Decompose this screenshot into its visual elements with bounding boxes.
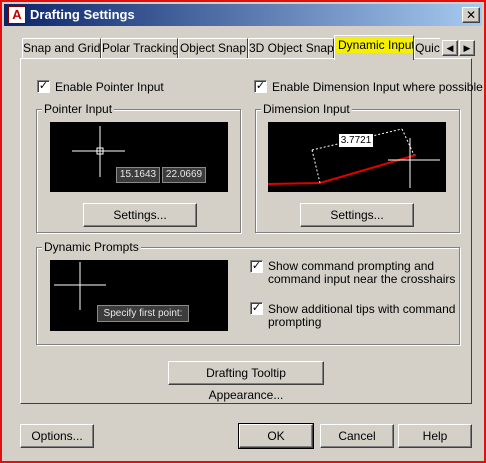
show-command-prompting-checkbox[interactable]: ✓	[250, 260, 263, 273]
close-button[interactable]: ✕	[462, 7, 480, 23]
tab-dynamic-input[interactable]: Dynamic Input	[334, 35, 414, 60]
dimension-input-group-label: Dimension Input	[261, 102, 352, 116]
button-label: Cancel	[338, 429, 376, 443]
tab-label: Snap and Grid	[23, 41, 101, 55]
help-button[interactable]: Help	[398, 424, 472, 448]
checkmark-icon: ✓	[251, 302, 262, 314]
dimension-input-preview: 3.7721	[267, 122, 446, 192]
tab-scroll-left-button[interactable]: ◀	[442, 40, 458, 56]
button-label: Settings...	[330, 208, 384, 222]
label-line: prompting	[268, 315, 322, 329]
title-bar: A Drafting Settings	[4, 4, 482, 26]
tab-scroll-right-button[interactable]: ▶	[459, 40, 475, 56]
tab-polar-tracking[interactable]: Polar Tracking	[101, 38, 178, 59]
show-additional-tips-checkbox[interactable]: ✓	[250, 302, 263, 315]
button-label: OK	[267, 429, 285, 443]
tab-label: Quic	[415, 41, 440, 55]
cancel-button[interactable]: Cancel	[320, 424, 394, 448]
pointer-x-coordinate: 15.1643	[116, 167, 160, 183]
arrow-right-icon: ▶	[463, 43, 471, 53]
drafting-tooltip-appearance-button[interactable]: Drafting Tooltip Appearance...	[168, 361, 324, 402]
tab-object-snap[interactable]: Object Snap	[178, 38, 248, 59]
button-label: Options...	[31, 429, 83, 443]
autocad-app-icon: A	[8, 6, 26, 24]
label-line: command input near the crosshairs	[268, 272, 456, 286]
enable-dimension-input-label: Enable Dimension Input where possible	[272, 80, 483, 94]
tab-3d-object-snap[interactable]: 3D Object Snap	[248, 38, 334, 59]
tab-label: Object Snap	[179, 41, 247, 55]
button-label: Help	[422, 429, 448, 443]
arrow-left-icon: ◀	[446, 43, 454, 53]
pointer-input-group-label: Pointer Input	[42, 102, 115, 116]
show-command-prompting-label: Show command prompting and command input…	[268, 260, 455, 286]
checkmark-icon: ✓	[255, 80, 266, 92]
checkmark-icon: ✓	[251, 260, 262, 272]
dynamic-prompts-group-label: Dynamic Prompts	[42, 240, 141, 254]
ok-button[interactable]: OK	[238, 423, 314, 449]
pointer-input-settings-button[interactable]: Settings...	[83, 203, 197, 227]
show-additional-tips-label: Show additional tips with command prompt…	[268, 303, 455, 329]
dynamic-prompts-preview: Specify first point:	[50, 260, 228, 331]
button-label: Drafting Tooltip Appearance...	[206, 366, 286, 402]
drafting-settings-dialog: A Drafting Settings ✕ Snap and Grid Pola…	[0, 0, 486, 463]
enable-pointer-input-label: Enable Pointer Input	[55, 80, 164, 94]
pointer-y-coordinate: 22.0669	[162, 167, 206, 183]
enable-dimension-input-checkbox[interactable]: ✓	[254, 80, 267, 93]
command-prompt-tooltip: Specify first point:	[97, 305, 189, 322]
window-title: Drafting Settings	[30, 7, 135, 22]
dimension-input-settings-button[interactable]: Settings...	[300, 203, 414, 227]
enable-pointer-input-checkbox[interactable]: ✓	[37, 80, 50, 93]
dimension-value-input: 3.7721	[338, 133, 374, 148]
close-icon: ✕	[465, 8, 477, 22]
tab-label: 3D Object Snap	[249, 41, 334, 55]
pointer-input-preview: 15.1643 22.0669	[50, 122, 228, 192]
button-label: Settings...	[113, 208, 167, 222]
checkmark-icon: ✓	[38, 80, 49, 92]
tab-quick-properties[interactable]: Quic	[414, 38, 440, 59]
options-button[interactable]: Options...	[20, 424, 94, 448]
tab-label: Dynamic Input	[335, 37, 413, 53]
tab-snap-and-grid[interactable]: Snap and Grid	[22, 38, 101, 59]
tab-label: Polar Tracking	[102, 41, 178, 55]
